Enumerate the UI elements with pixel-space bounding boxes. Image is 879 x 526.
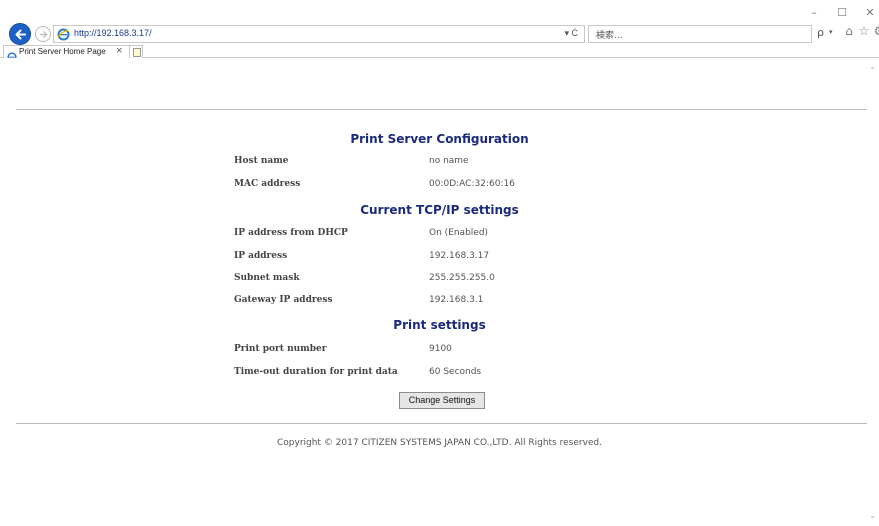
search-dropdown-icon[interactable]: ▾ — [829, 28, 833, 36]
value-gateway: 192.168.3.1 — [429, 295, 484, 305]
back-arrow-icon — [15, 29, 26, 40]
refresh-icon[interactable]: ▾ Ċ — [564, 28, 578, 39]
maximize-button[interactable]: ☐ — [837, 6, 847, 19]
value-dhcp: On (Enabled) — [429, 228, 489, 238]
section-title-print-settings: Print settings — [393, 318, 486, 332]
label-print-port: Print port number — [234, 344, 327, 354]
address-bar[interactable]: http://192.168.3.17/ ▾ Ċ — [53, 25, 585, 43]
close-tab-icon[interactable]: × — [115, 46, 123, 56]
label-timeout: Time-out duration for print data — [234, 367, 398, 377]
tab-print-server-home[interactable]: Print Server Home Page × — [3, 45, 130, 62]
scroll-up-arrow-icon[interactable]: ⌃ — [869, 66, 876, 75]
label-gateway: Gateway IP address — [234, 295, 333, 305]
forward-button[interactable] — [35, 26, 51, 42]
page-content: ⌃ Print Server Configuration Host name n… — [0, 58, 879, 526]
back-button[interactable] — [9, 23, 31, 45]
label-subnet-mask: Subnet mask — [234, 273, 300, 283]
minimize-button[interactable]: – — [809, 6, 819, 19]
navigation-bar: http://192.168.3.17/ ▾ Ċ 検索... ρ ▾ ⌂ ☆ ⚙ — [0, 23, 879, 45]
value-ip-address: 192.168.3.17 — [429, 251, 490, 261]
value-subnet-mask: 255.255.255.0 — [429, 273, 495, 283]
new-tab-button[interactable] — [129, 45, 143, 58]
label-ip-address: IP address — [234, 251, 288, 261]
window-controls: – ☐ ✕ — [809, 6, 875, 19]
ie-tab-icon — [7, 47, 17, 62]
settings-gear-icon[interactable]: ⚙ — [873, 24, 879, 38]
new-tab-icon — [133, 48, 141, 57]
tab-title: Print Server Home Page — [19, 47, 106, 56]
divider-bottom — [16, 423, 867, 424]
favorites-star-icon[interactable]: ☆ — [858, 24, 870, 38]
search-icon[interactable]: ρ — [817, 26, 824, 39]
search-input[interactable]: 検索... — [588, 25, 812, 43]
value-mac-address: 00:0D:AC:32:60:16 — [429, 179, 515, 189]
scroll-down-arrow-icon[interactable]: ⌄ — [869, 511, 876, 520]
toolbar-icons: ⌂ ☆ ⚙ — [843, 24, 879, 38]
label-mac-address: MAC address — [234, 179, 301, 189]
home-icon[interactable]: ⌂ — [843, 24, 855, 38]
section-title-tcpip: Current TCP/IP settings — [360, 203, 519, 217]
tab-bar: Print Server Home Page × — [0, 45, 879, 62]
close-window-button[interactable]: ✕ — [865, 6, 875, 19]
value-print-port: 9100 — [429, 344, 452, 354]
ie-page-icon — [57, 28, 70, 41]
divider-top — [16, 109, 867, 110]
value-timeout: 60 Seconds — [429, 367, 482, 377]
browser-chrome: – ☐ ✕ http://192.168.3.17/ ▾ Ċ 検索... ρ ▾… — [0, 0, 879, 62]
url-text: http://192.168.3.17/ — [74, 28, 152, 38]
section-title-configuration: Print Server Configuration — [350, 132, 529, 146]
label-dhcp: IP address from DHCP — [234, 228, 348, 238]
value-host-name: no name — [429, 156, 469, 166]
change-settings-button[interactable]: Change Settings — [399, 392, 485, 409]
label-host-name: Host name — [234, 156, 289, 166]
copyright-text: Copyright © 2017 CITIZEN SYSTEMS JAPAN C… — [276, 438, 603, 448]
search-placeholder: 検索... — [596, 31, 623, 41]
forward-arrow-icon — [40, 31, 48, 38]
